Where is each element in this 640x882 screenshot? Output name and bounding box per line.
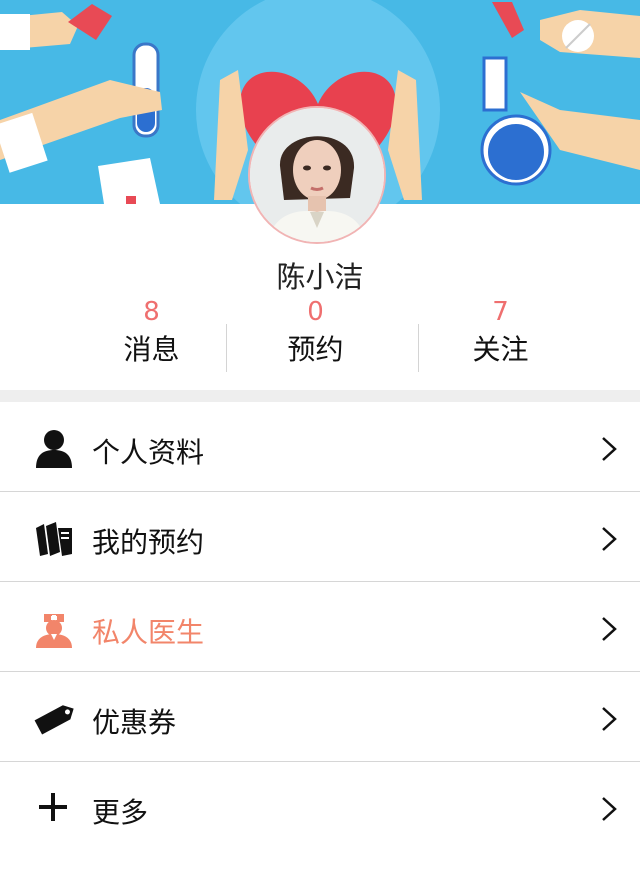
stat-messages[interactable]: 8 消息 <box>64 296 239 376</box>
stat-follows[interactable]: 7 关注 <box>413 296 588 376</box>
person-icon <box>34 428 74 468</box>
menu-item-profile[interactable]: 个人资料 <box>0 402 640 492</box>
menu-item-label: 私人医生 <box>92 616 205 649</box>
stat-messages-count: 8 <box>143 297 160 327</box>
chevron-right-icon <box>600 796 618 822</box>
stat-appointments-count: 0 <box>307 297 324 327</box>
stat-appointments[interactable]: 0 预约 <box>228 296 403 376</box>
menu-item-private-doctor[interactable]: 私人医生 <box>0 582 640 672</box>
chevron-right-icon <box>600 616 618 642</box>
avatar[interactable] <box>248 106 386 244</box>
doctor-icon <box>34 608 74 648</box>
chevron-right-icon <box>600 526 618 552</box>
stat-divider <box>226 324 227 372</box>
profile-menu: 个人资料 我的预约 私人医生 优惠券 更多 <box>0 402 640 851</box>
books-icon <box>34 518 74 558</box>
menu-item-label: 优惠券 <box>92 706 177 739</box>
username: 陈小洁 <box>276 260 364 294</box>
stat-follows-label: 关注 <box>472 333 529 366</box>
price-tag-icon <box>34 698 74 738</box>
menu-item-more[interactable]: 更多 <box>0 762 640 851</box>
menu-item-label: 更多 <box>92 796 149 829</box>
menu-item-label: 个人资料 <box>92 436 205 469</box>
stat-follows-count: 7 <box>492 297 509 327</box>
plus-icon <box>34 788 74 828</box>
menu-item-my-appointments[interactable]: 我的预约 <box>0 492 640 582</box>
avatar-portrait <box>250 108 384 242</box>
menu-item-label: 我的预约 <box>92 526 205 559</box>
stat-appointments-label: 预约 <box>287 333 344 366</box>
section-separator <box>0 390 640 402</box>
stat-messages-label: 消息 <box>123 333 180 366</box>
menu-item-coupons[interactable]: 优惠券 <box>0 672 640 762</box>
chevron-right-icon <box>600 706 618 732</box>
stats-bar: 8 消息 0 预约 7 关注 <box>64 296 588 376</box>
chevron-right-icon <box>600 436 618 462</box>
